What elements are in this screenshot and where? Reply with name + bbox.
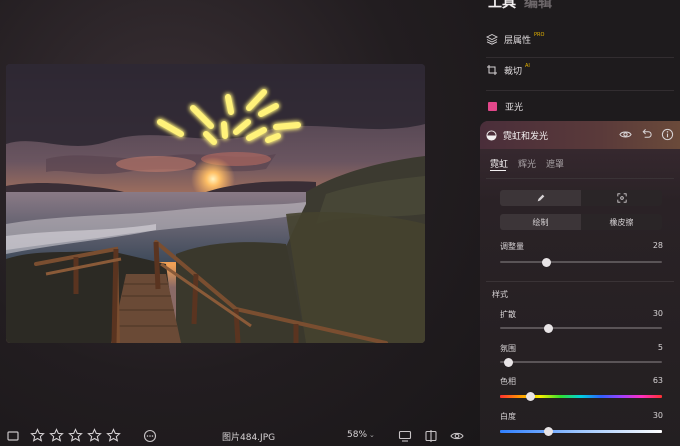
neon-glow-header[interactable]: 霓虹和发光 [480,121,680,149]
slider-knob[interactable] [526,392,536,401]
tab-neon[interactable]: 霓虹 [490,157,508,170]
star-icon[interactable] [68,428,83,443]
slider-knob[interactable] [544,427,554,436]
preview-eye-icon[interactable] [450,429,464,443]
split-view-icon[interactable] [424,429,438,443]
photo-canvas[interactable] [6,64,425,343]
layer-properties-row[interactable]: 层属性 PRO [480,25,680,53]
adjust-amount-label: 调整量 [500,242,524,251]
star-icon[interactable] [30,428,45,443]
reset-undo-icon[interactable] [640,128,653,141]
spread-value: 30 [652,309,663,318]
tools-panel: 工具 编辑 层属性 PRO 裁切 AI 亚光 霓虹和发光 霓虹 辉光 遮罩 绘制… [480,0,680,446]
neon-glow-section: 霓虹和发光 霓虹 辉光 遮罩 绘制 橡皮擦 调整量 28 样式 扩散 30 氛围… [480,121,680,446]
tab-tools[interactable]: 工具 [488,0,516,12]
whiteness-value: 30 [652,411,663,420]
canvas-area: 图片484.JPG 58% ⌄ [0,0,480,446]
matte-color-swatch [488,101,497,111]
crop-icon [487,65,497,75]
header-actions [619,128,674,141]
tab-glow[interactable]: 辉光 [518,157,536,170]
draw-button[interactable]: 绘制 [500,214,581,230]
atmosphere-slider[interactable] [500,357,662,367]
compare-view-icon[interactable] [398,429,412,443]
crop-label: 裁切 [504,66,523,77]
star-icon[interactable] [49,428,64,443]
half-circle-icon [486,129,497,141]
brush-tool-selector [500,190,662,206]
pro-badge: PRO [534,32,545,38]
neon-glow-title: 霓虹和发光 [503,131,549,142]
spread-slider[interactable] [500,323,662,333]
layers-icon [486,33,498,45]
zoom-level: 58% [347,430,368,440]
whiteness-label: 白度 [500,412,516,421]
auto-select-button[interactable] [581,190,662,206]
visibility-eye-icon[interactable] [619,128,632,141]
divider [486,281,674,282]
atmosphere-label: 氛围 [500,344,516,353]
chevron-down-icon: ⌄ [369,431,375,439]
focus-target-icon [616,193,627,203]
ai-badge: AI [525,63,530,69]
active-tab-indicator [490,170,506,171]
slider-knob[interactable] [503,357,513,367]
file-name: 图片484.JPG [222,433,276,443]
tab-mask[interactable]: 遮罩 [546,157,564,170]
layer-properties-label: 层属性 [504,35,532,46]
info-icon[interactable] [661,128,674,141]
panel-tabs: 工具 编辑 [488,0,552,12]
whiteness-slider[interactable] [500,427,662,436]
star-icon[interactable] [106,428,121,443]
divider [486,90,674,91]
brush-icon [537,194,544,202]
star-icon[interactable] [87,428,102,443]
draw-mode-selector: 绘制 橡皮擦 [500,214,662,230]
neon-sub-tabs: 霓虹 辉光 遮罩 [490,157,564,170]
tab-edit[interactable]: 编辑 [524,0,552,12]
bottom-toolbar: 图片484.JPG 58% ⌄ [0,426,480,446]
hue-label: 色相 [500,377,516,386]
hue-value: 63 [652,376,663,385]
crop-row[interactable]: 裁切 AI [480,56,680,84]
matte-row[interactable]: 亚光 [480,92,680,120]
spread-label: 扩散 [500,310,516,319]
atmosphere-value: 5 [657,343,663,352]
divider [486,178,674,179]
slider-knob[interactable] [542,257,552,267]
brush-tool-button[interactable] [500,190,581,206]
matte-label: 亚光 [505,102,524,113]
rating-stars [30,428,121,443]
hue-slider[interactable] [500,392,662,401]
filmstrip-icon[interactable] [6,429,20,443]
eraser-button[interactable]: 橡皮擦 [581,214,662,230]
style-section-title: 样式 [492,290,508,299]
more-options-icon[interactable] [143,429,157,443]
zoom-selector[interactable]: 58% ⌄ [347,430,375,440]
adjust-amount-slider[interactable] [500,257,662,267]
adjust-amount-value: 28 [652,241,663,250]
slider-knob[interactable] [544,323,554,333]
